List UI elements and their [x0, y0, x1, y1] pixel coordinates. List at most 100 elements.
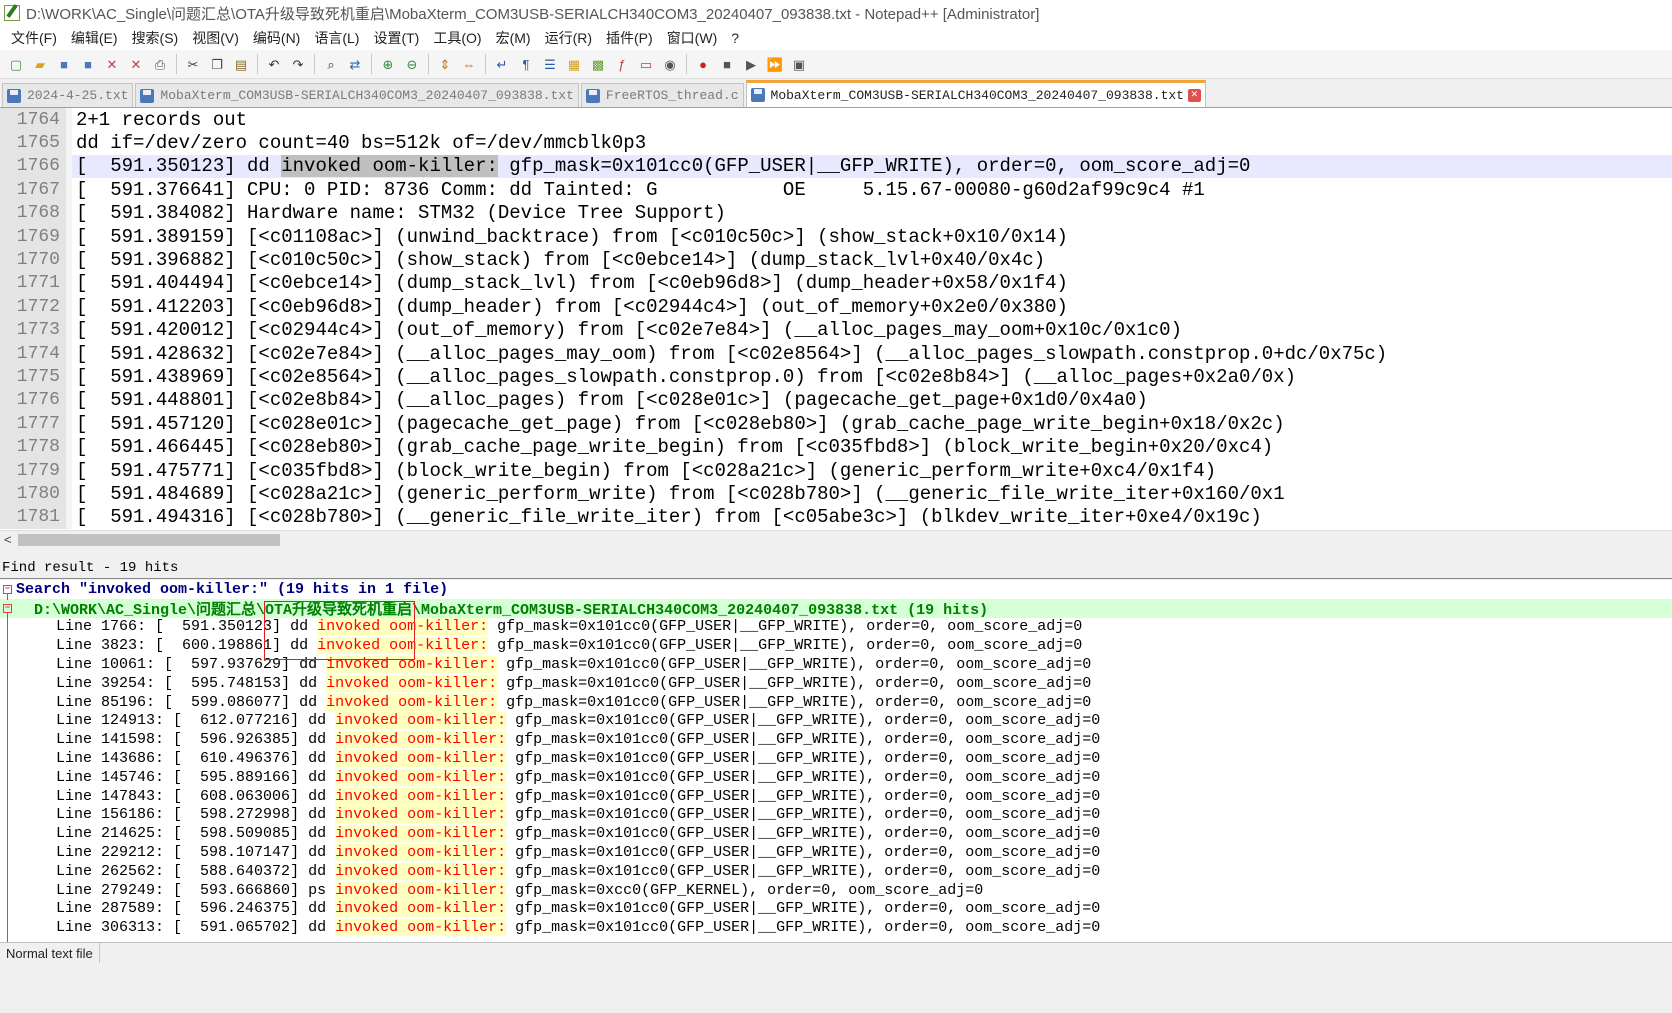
- menu-item[interactable]: ?: [724, 30, 746, 46]
- search-hit-row[interactable]: Line 10061: [ 597.937629] dd invoked oom…: [0, 655, 1672, 674]
- search-hit-row[interactable]: Line 39254: [ 595.748153] dd invoked oom…: [0, 674, 1672, 693]
- menu-item[interactable]: 搜索(S): [125, 28, 186, 48]
- horizontal-scrollbar[interactable]: <: [0, 530, 1672, 549]
- folder-workspace-icon[interactable]: ▭: [637, 55, 655, 73]
- code-line[interactable]: 1771 [ 591.404494] [<c0ebce14>] (dump_sta…: [0, 271, 1672, 296]
- tab-3[interactable]: FreeRTOS_thread.c: [580, 83, 744, 107]
- scrollbar-thumb[interactable]: [18, 534, 280, 546]
- cut-icon[interactable]: ✂: [184, 55, 202, 73]
- code-line[interactable]: 1780 [ 591.484689] [<c028a21c>] (generic_…: [0, 482, 1672, 506]
- zoom-in-icon[interactable]: ⊕: [379, 55, 397, 73]
- search-hit-row[interactable]: Line 85196: [ 599.086077] dd invoked oom…: [0, 693, 1672, 712]
- search-hit-row[interactable]: Line 147843: [ 608.063006] dd invoked oo…: [0, 787, 1672, 806]
- code-line[interactable]: 1777 [ 591.457120] [<c028e01c>] (pagecach…: [0, 412, 1672, 436]
- search-summary-line[interactable]: − Search "invoked oom-killer:" (19 hits …: [0, 580, 1672, 599]
- search-hit-row[interactable]: Line 156186: [ 598.272998] dd invoked oo…: [0, 806, 1672, 825]
- zoom-out-icon[interactable]: ⊖: [403, 55, 421, 73]
- hit-bracket: ]: [290, 919, 309, 937]
- hit-rest: gfp_mask=0x101cc0(GFP_USER|__GFP_WRITE),…: [506, 825, 1101, 843]
- show-all-chars-icon[interactable]: ¶: [517, 55, 535, 73]
- tab-2[interactable]: MobaXterm_COM3USB-SERIALCH340COM3_202404…: [135, 83, 579, 107]
- code-line[interactable]: 1765 dd if=/dev/zero count=40 bs=512k of=…: [0, 131, 1672, 155]
- search-hit-row[interactable]: Line 306313: [ 591.065702] dd invoked oo…: [0, 918, 1672, 937]
- search-hit-row[interactable]: Line 1766: [ 591.350123] dd invoked oom-…: [0, 618, 1672, 637]
- search-hit-row[interactable]: Line 145746: [ 595.889166] dd invoked oo…: [0, 768, 1672, 787]
- tab-4[interactable]: MobaXterm_COM3USB-SERIALCH340COM3_202404…: [745, 80, 1206, 107]
- code-line[interactable]: 1766 [ 591.350123] dd invoked oom-killer:…: [0, 154, 1672, 179]
- menu-item[interactable]: 编码(N): [246, 28, 307, 48]
- code-line[interactable]: 1764 2+1 records out: [0, 108, 1672, 132]
- menu-item[interactable]: 文件(F): [4, 28, 64, 48]
- code-line[interactable]: 1778 [ 591.466445] [<c028eb80>] (grab_cac…: [0, 435, 1672, 459]
- redo-icon[interactable]: ↷: [289, 55, 307, 73]
- menu-item[interactable]: 编辑(E): [64, 28, 125, 48]
- scroll-left-icon[interactable]: <: [4, 532, 12, 547]
- line-number: 1772: [0, 295, 66, 319]
- close-icon[interactable]: ✕: [103, 55, 121, 73]
- close-all-icon[interactable]: ✕: [127, 55, 145, 73]
- code-line[interactable]: 1770 [ 591.396882] [<c010c50c>] (show_sta…: [0, 248, 1672, 272]
- collapse-icon[interactable]: −: [3, 585, 12, 594]
- search-file-line[interactable]: − D:\WORK\AC_Single\问题汇总\OTA升级导致死机重启\Mob…: [0, 598, 1672, 619]
- undo-icon[interactable]: ↶: [265, 55, 283, 73]
- menu-item[interactable]: 视图(V): [185, 28, 246, 48]
- record-macro-icon[interactable]: ●: [694, 55, 712, 73]
- search-hit-row[interactable]: Line 287589: [ 596.246375] dd invoked oo…: [0, 900, 1672, 919]
- code-line[interactable]: 1768 [ 591.384082] Hardware name: STM32 (…: [0, 201, 1672, 225]
- search-hit-row[interactable]: Line 3823: [ 600.198861] dd invoked oom-…: [0, 636, 1672, 655]
- code-line[interactable]: 1775 [ 591.438969] [<c02e8564>] (__alloc_…: [0, 365, 1672, 389]
- copy-icon[interactable]: ❐: [208, 55, 226, 73]
- save-all-icon[interactable]: ■: [79, 55, 97, 73]
- code-line[interactable]: 1767 [ 591.376641] CPU: 0 PID: 8736 Comm:…: [0, 178, 1672, 202]
- udl-icon[interactable]: ▦: [565, 55, 583, 73]
- code-line[interactable]: 1774 [ 591.428632] [<c02e7e84>] (__alloc_…: [0, 341, 1672, 366]
- doc-map-icon[interactable]: ▩: [589, 55, 607, 73]
- function-list-icon[interactable]: ƒ: [613, 55, 631, 73]
- search-hit-row[interactable]: Line 124913: [ 612.077216] dd invoked oo…: [0, 712, 1672, 731]
- find-results-panel[interactable]: − Search "invoked oom-killer:" (19 hits …: [0, 580, 1672, 942]
- menu-item[interactable]: 插件(P): [599, 28, 660, 48]
- selected-text: invoked oom-killer:: [281, 155, 498, 178]
- code-line[interactable]: 1781 [ 591.494316] [<c028b780>] (__generi…: [0, 505, 1672, 530]
- menu-item[interactable]: 工具(O): [426, 28, 488, 48]
- menu-item[interactable]: 窗口(W): [660, 28, 725, 48]
- search-hit-row[interactable]: Line 214625: [ 598.509085] dd invoked oo…: [0, 824, 1672, 843]
- sync-horizontal-icon[interactable]: ⇔: [460, 55, 478, 73]
- hit-keyword: invoked oom-killer:: [335, 787, 507, 805]
- search-hit-row[interactable]: Line 279249: [ 593.666860] ps invoked oo…: [0, 881, 1672, 900]
- search-hit-row[interactable]: Line 143686: [ 610.496376] dd invoked oo…: [0, 749, 1672, 768]
- search-hit-row[interactable]: Line 262562: [ 588.640372] dd invoked oo…: [0, 862, 1672, 881]
- code-line[interactable]: 1772 [ 591.412203] [<c0eb96d8>] (dump_hea…: [0, 295, 1672, 319]
- indent-guide-icon[interactable]: ☰: [541, 55, 559, 73]
- tab-label: MobaXterm_COM3USB-SERIALCH340COM3_202404…: [160, 88, 574, 103]
- close-tab-icon[interactable]: ✕: [1187, 88, 1201, 102]
- search-hit-row[interactable]: Line 229212: [ 598.107147] dd invoked oo…: [0, 843, 1672, 862]
- paste-icon[interactable]: ▤: [232, 55, 250, 73]
- menu-item[interactable]: 宏(M): [489, 28, 538, 48]
- save-macro-icon[interactable]: ▣: [790, 55, 808, 73]
- open-file-icon[interactable]: ▰: [31, 55, 49, 73]
- word-wrap-icon[interactable]: ↵: [493, 55, 511, 73]
- menu-item[interactable]: 语言(L): [307, 28, 366, 48]
- tab-1[interactable]: 2024-4-25.txt: [2, 83, 134, 107]
- find-icon[interactable]: ⌕: [322, 55, 340, 73]
- editor-pane[interactable]: 1764 2+1 records out 1765 dd if=/dev/zero c…: [0, 108, 1672, 530]
- menu-item[interactable]: 运行(R): [538, 28, 599, 48]
- code-line[interactable]: 1776 [ 591.448801] [<c02e8b84>] (__alloc_…: [0, 388, 1672, 413]
- new-file-icon[interactable]: ▢: [7, 55, 25, 73]
- replace-icon[interactable]: ⇄: [346, 55, 364, 73]
- menu-item[interactable]: 设置(T): [366, 28, 426, 48]
- code-line[interactable]: 1769 [ 591.389159] [<c01108ac>] (unwind_b…: [0, 224, 1672, 249]
- search-hit-row[interactable]: Line 141598: [ 596.926385] dd invoked oo…: [0, 730, 1672, 749]
- stop-macro-icon[interactable]: ■: [718, 55, 736, 73]
- play-macro-icon[interactable]: ▶: [742, 55, 760, 73]
- code-line[interactable]: 1779 [ 591.475771] [<c035fbd8>] (block_wr…: [0, 458, 1672, 483]
- print-icon[interactable]: ⎙: [151, 55, 169, 73]
- hit-bracket: ]: [272, 618, 291, 636]
- hit-separator: : [: [155, 862, 201, 880]
- monitor-icon[interactable]: ◉: [661, 55, 679, 73]
- save-icon[interactable]: ■: [55, 55, 73, 73]
- sync-vertical-icon[interactable]: ⇕: [436, 55, 454, 73]
- code-line[interactable]: 1773 [ 591.420012] [<c02944c4>] (out_of_m…: [0, 318, 1672, 342]
- run-macro-multiple-icon[interactable]: ⏩: [766, 55, 784, 73]
